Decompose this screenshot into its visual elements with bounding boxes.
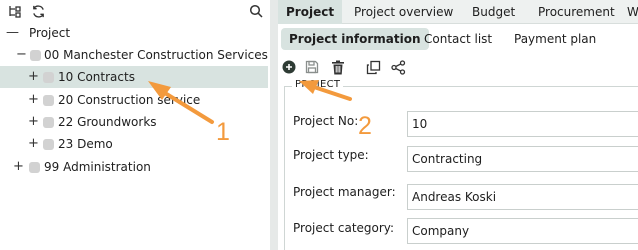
share-icon[interactable] xyxy=(389,58,407,76)
tab-payment-plan[interactable]: Payment plan xyxy=(506,28,604,50)
search-icon[interactable] xyxy=(247,2,265,20)
tree-item-label: 99 Administration xyxy=(44,160,151,174)
project-manager-field[interactable]: Andreas Koski xyxy=(407,184,638,210)
project-no-label: Project No: xyxy=(293,114,359,128)
tree-item-label: 22 Groundworks xyxy=(58,115,157,129)
tree-root-label: Project xyxy=(29,26,71,40)
panel-splitter[interactable] xyxy=(270,0,278,250)
tree-collapse-toggle[interactable]: — xyxy=(6,22,19,44)
tree-item-10-contracts[interactable]: + 10 Contracts xyxy=(0,66,268,88)
project-type-label: Project type: xyxy=(293,148,369,162)
tree-root-project[interactable]: — Project xyxy=(0,22,268,44)
tree-expand-toggle[interactable]: + xyxy=(28,111,39,133)
project-type-field[interactable]: Contracting xyxy=(407,146,638,172)
folder-icon xyxy=(29,162,40,173)
tree-item-label: 00 Manchester Construction Services LTD xyxy=(44,48,294,62)
tree-item-label: 20 Construction service xyxy=(58,93,201,107)
project-category-label: Project category: xyxy=(293,221,395,235)
annotation-number-1: 1 xyxy=(216,118,230,146)
tree-toolbar xyxy=(0,0,270,22)
tab-overflow[interactable]: W xyxy=(619,0,638,24)
tree-item-label: 10 Contracts xyxy=(58,70,135,84)
tree-expand-toggle[interactable]: + xyxy=(28,133,39,155)
project-section: PROJECT Project No: 10 Project type: Con… xyxy=(284,79,638,250)
folder-icon xyxy=(43,72,54,83)
collapse-all-icon[interactable] xyxy=(6,2,24,20)
tab-budget[interactable]: Budget xyxy=(464,0,523,24)
tree-item-20-construction[interactable]: + 20 Construction service xyxy=(0,89,268,111)
folder-icon xyxy=(43,139,54,150)
tree-item-99-administration[interactable]: + 99 Administration xyxy=(0,156,268,178)
tab-procurement[interactable]: Procurement xyxy=(530,0,623,24)
tree-item-manchester[interactable]: − 00 Manchester Construction Services LT… xyxy=(0,44,293,66)
tree-expand-toggle[interactable]: + xyxy=(28,89,39,111)
folder-icon xyxy=(30,50,41,61)
tree-collapse-toggle[interactable]: − xyxy=(16,44,27,66)
save-icon[interactable] xyxy=(303,58,321,76)
add-icon[interactable] xyxy=(280,58,298,76)
sub-tabs: Project information Contact list Payment… xyxy=(278,24,638,54)
refresh-icon[interactable] xyxy=(29,2,47,20)
folder-icon xyxy=(43,95,54,106)
main-tabs: Project Project overview Budget Procurem… xyxy=(278,0,638,24)
record-toolbar xyxy=(278,56,638,78)
tab-project-overview[interactable]: Project overview xyxy=(346,0,461,24)
project-no-field[interactable]: 10 xyxy=(407,111,638,137)
tab-contact-list[interactable]: Contact list xyxy=(416,28,500,50)
tree-expand-toggle[interactable]: + xyxy=(13,156,24,178)
project-manager-label: Project manager: xyxy=(293,185,396,199)
project-detail-panel: Project Project overview Budget Procurem… xyxy=(278,0,638,250)
copy-icon[interactable] xyxy=(364,58,382,76)
project-category-field[interactable]: Company xyxy=(407,218,638,244)
tree-item-label: 23 Demo xyxy=(58,137,113,151)
delete-icon[interactable] xyxy=(329,58,347,76)
section-title: PROJECT xyxy=(292,79,344,90)
annotation-number-2: 2 xyxy=(358,112,372,140)
tab-project-information[interactable]: Project information xyxy=(281,28,429,50)
tab-project[interactable]: Project xyxy=(278,0,342,24)
tree-expand-toggle[interactable]: + xyxy=(28,66,39,88)
folder-icon xyxy=(43,117,54,128)
